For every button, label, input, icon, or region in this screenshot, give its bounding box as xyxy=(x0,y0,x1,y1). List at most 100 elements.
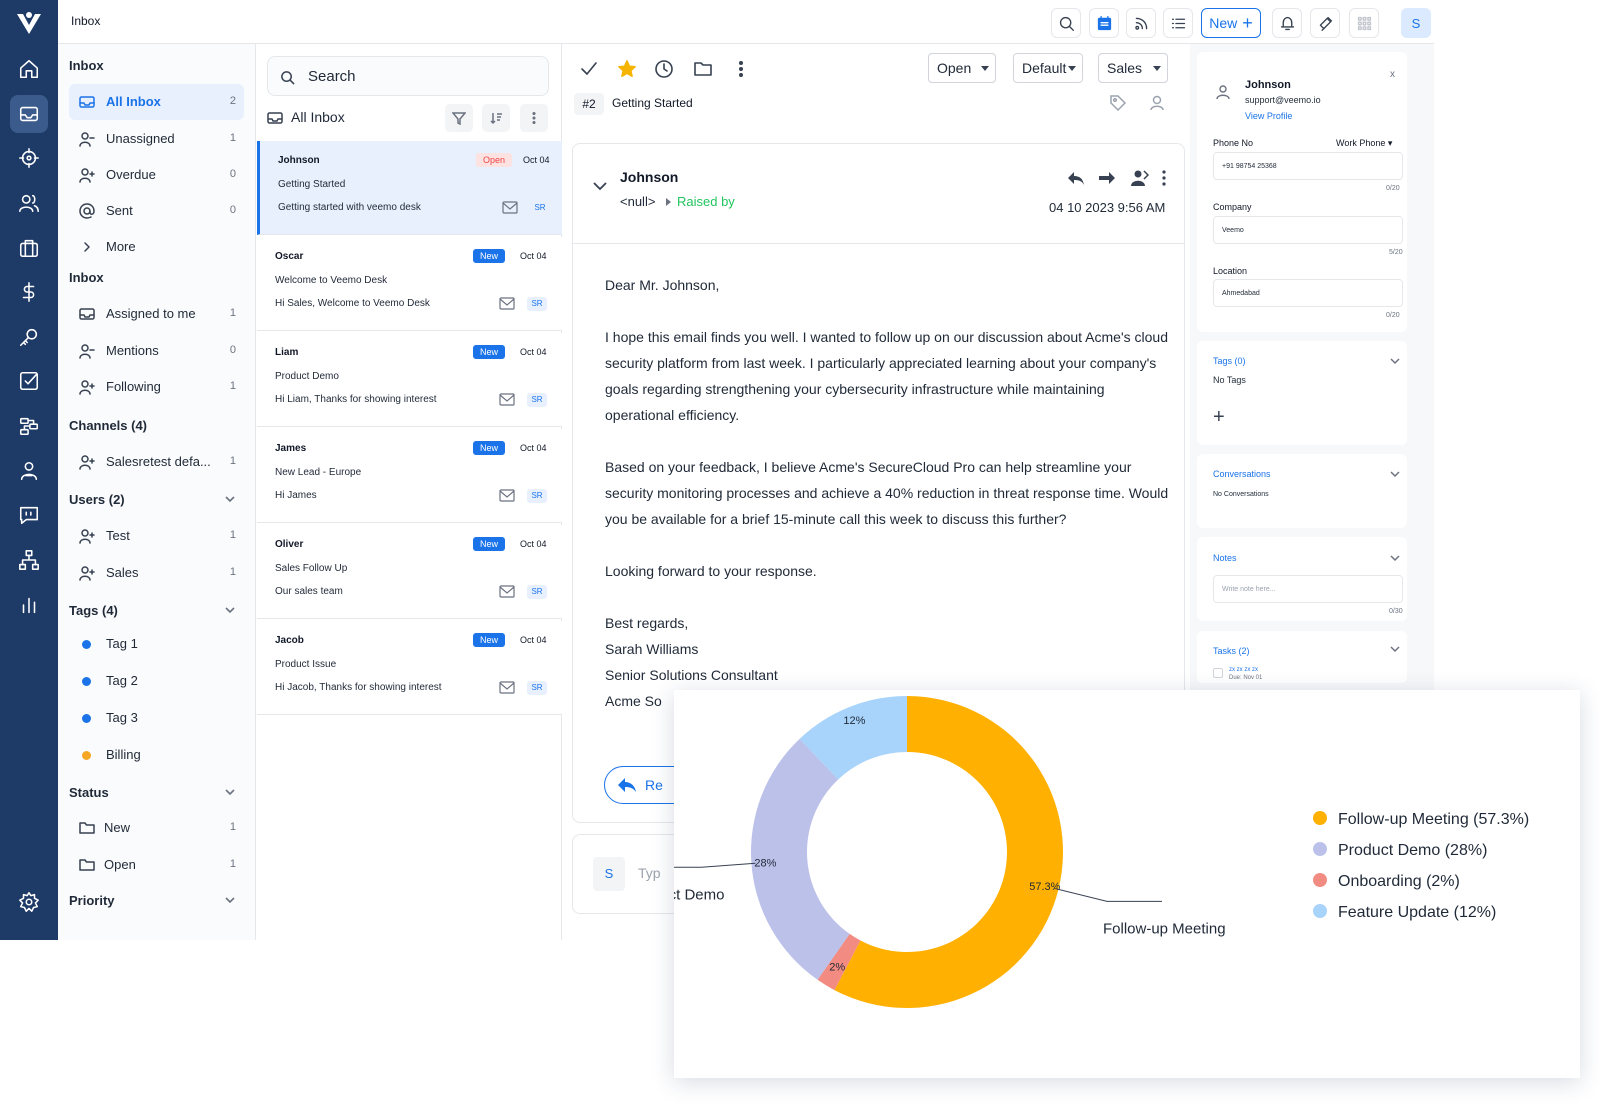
nav-item-user-sales[interactable]: Sales 1 xyxy=(69,555,244,591)
phone-field[interactable]: +91 98754 25368 xyxy=(1213,152,1403,180)
task-title[interactable]: zx zx zx zx xyxy=(1229,667,1258,673)
nav-heading-priority[interactable]: Priority xyxy=(69,893,235,908)
compose-input[interactable]: Typ xyxy=(638,865,661,881)
nav-item-mentions[interactable]: Mentions 0 xyxy=(69,333,244,369)
nav-item-sent[interactable]: Sent 0 xyxy=(69,193,244,229)
tags-section-title[interactable]: Tags (0) xyxy=(1213,356,1246,366)
chevron-down-icon[interactable] xyxy=(1390,644,1400,654)
tag-icon[interactable] xyxy=(1109,94,1127,112)
nav-item-label: Tag 1 xyxy=(106,636,138,651)
priority-dropdown[interactable]: Default xyxy=(1013,53,1083,83)
nav-item-channel[interactable]: Salesretest defa... 1 xyxy=(69,444,244,480)
nav-item-status-new[interactable]: New 1 xyxy=(69,810,244,846)
more-vertical-icon[interactable] xyxy=(520,104,548,132)
nav-item-label: Assigned to me xyxy=(106,306,196,321)
home-icon[interactable] xyxy=(10,50,48,88)
signature-line: Best regards, xyxy=(605,615,689,631)
phone-type-dropdown[interactable]: Work Phone ▾ xyxy=(1336,138,1392,149)
assignee-icon[interactable] xyxy=(1148,94,1166,112)
bell-icon[interactable] xyxy=(1272,8,1302,38)
nav-item-tag-1[interactable]: Tag 1 xyxy=(69,626,244,662)
assign-user-icon[interactable] xyxy=(1129,168,1149,188)
nav-item-following[interactable]: Following 1 xyxy=(69,369,244,405)
nav-item-unassigned[interactable]: Unassigned 1 xyxy=(69,121,244,157)
chevron-down-icon[interactable] xyxy=(1390,356,1400,366)
nav-item-count: 0 xyxy=(229,204,236,216)
workflow-icon[interactable] xyxy=(10,407,48,445)
new-button[interactable]: New + xyxy=(1201,8,1261,38)
raised-by-link[interactable]: Raised by xyxy=(677,194,735,209)
conversation-row[interactable]: Johnson Open Oct 04 Getting Started Getting … xyxy=(257,141,562,235)
conversation-date: Oct 04 xyxy=(520,539,547,549)
nav-item-more[interactable]: More xyxy=(69,229,244,265)
sort-icon[interactable] xyxy=(482,104,510,132)
conversation-row[interactable]: Oscar New Oct 04 Welcome to Veemo Desk Hi Sa… xyxy=(257,237,562,331)
folder-icon[interactable] xyxy=(693,59,713,79)
nav-item-tag-3[interactable]: Tag 3 xyxy=(69,700,244,736)
search-icon[interactable] xyxy=(1051,8,1081,38)
conversation-row[interactable]: James New Oct 04 New Lead - Europe Hi James S… xyxy=(257,429,562,523)
nav-item-assigned-to-me[interactable]: Assigned to me 1 xyxy=(69,296,244,332)
nav-heading-users[interactable]: Users (2) xyxy=(69,492,235,507)
bar-chart-icon[interactable] xyxy=(10,586,48,624)
forward-icon[interactable] xyxy=(1097,168,1117,188)
location-field[interactable]: Ahmedabad xyxy=(1213,279,1403,307)
view-profile-link[interactable]: View Profile xyxy=(1245,111,1292,121)
company-field[interactable]: Veemo xyxy=(1213,216,1403,244)
briefcase-icon[interactable] xyxy=(10,229,48,267)
key-icon[interactable] xyxy=(10,318,48,356)
search-box[interactable]: Search xyxy=(267,56,549,96)
search-input[interactable]: Search xyxy=(308,68,356,85)
clock-icon[interactable] xyxy=(654,59,674,79)
nav-item-user-test[interactable]: Test 1 xyxy=(69,518,244,554)
star-icon[interactable] xyxy=(617,59,637,79)
nav-item-status-open[interactable]: Open 1 xyxy=(69,847,244,883)
user-avatar[interactable]: S xyxy=(1401,8,1431,38)
nav-item-all-inbox[interactable]: All Inbox 2 xyxy=(69,84,244,120)
settings-icon[interactable] xyxy=(10,883,48,921)
close-icon[interactable]: x xyxy=(1390,69,1395,80)
conversation-row[interactable]: Oliver New Oct 04 Sales Follow Up Our sales … xyxy=(257,525,562,619)
nav-heading-status[interactable]: Status xyxy=(69,785,235,800)
veemo-logo[interactable] xyxy=(15,10,43,38)
task-checkbox[interactable] xyxy=(1213,668,1223,678)
list-icon[interactable] xyxy=(1163,8,1193,38)
nav-item-tag-2[interactable]: Tag 2 xyxy=(69,663,244,699)
chevron-down-icon[interactable] xyxy=(1390,553,1400,563)
contact-card: Johnson support@veemo.io View Profile x … xyxy=(1197,52,1407,332)
tasks-section-title[interactable]: Tasks (2) xyxy=(1213,646,1250,656)
users-icon[interactable] xyxy=(10,184,48,222)
apps-grid-icon[interactable] xyxy=(1349,8,1379,38)
conversations-section-title[interactable]: Conversations xyxy=(1213,469,1271,479)
conversation-row[interactable]: Liam New Oct 04 Product Demo Hi Liam, Thanks… xyxy=(257,333,562,427)
task-check-icon[interactable] xyxy=(10,362,48,400)
reply-icon[interactable] xyxy=(1066,168,1086,188)
chevron-down-icon[interactable] xyxy=(1390,469,1400,479)
nav-item-tag-billing[interactable]: Billing xyxy=(69,737,244,773)
nav-heading-tags[interactable]: Tags (4) xyxy=(69,603,235,618)
status-dropdown[interactable]: Open xyxy=(928,53,996,83)
more-vertical-icon[interactable] xyxy=(1157,168,1171,188)
feed-icon[interactable] xyxy=(1126,8,1156,38)
assignee-badge: SR xyxy=(527,297,547,311)
calendar-icon[interactable] xyxy=(1089,8,1119,38)
nav-item-label: Sent xyxy=(106,203,133,218)
team-icon[interactable] xyxy=(10,452,48,490)
team-dropdown[interactable]: Sales xyxy=(1098,53,1168,83)
chevron-down-icon[interactable] xyxy=(592,180,608,192)
dollar-icon[interactable] xyxy=(10,273,48,311)
target-icon[interactable] xyxy=(10,139,48,177)
campaign-icon[interactable] xyxy=(1310,8,1340,38)
nav-item-overdue[interactable]: Overdue 0 xyxy=(69,157,244,193)
org-chart-icon[interactable] xyxy=(10,541,48,579)
more-vertical-icon[interactable] xyxy=(731,59,751,79)
conversation-row[interactable]: Jacob New Oct 04 Product Issue Hi Jacob, Tha… xyxy=(257,621,562,715)
filter-icon[interactable] xyxy=(445,104,473,132)
add-tag-icon[interactable]: + xyxy=(1213,406,1225,429)
notes-section-title[interactable]: Notes xyxy=(1213,553,1237,563)
inbox-icon[interactable] xyxy=(10,95,48,133)
quote-chat-icon[interactable] xyxy=(10,496,48,534)
check-icon[interactable] xyxy=(579,59,599,79)
notes-input[interactable]: Write note here... xyxy=(1213,575,1403,603)
conversation-contact: Liam xyxy=(275,347,299,358)
